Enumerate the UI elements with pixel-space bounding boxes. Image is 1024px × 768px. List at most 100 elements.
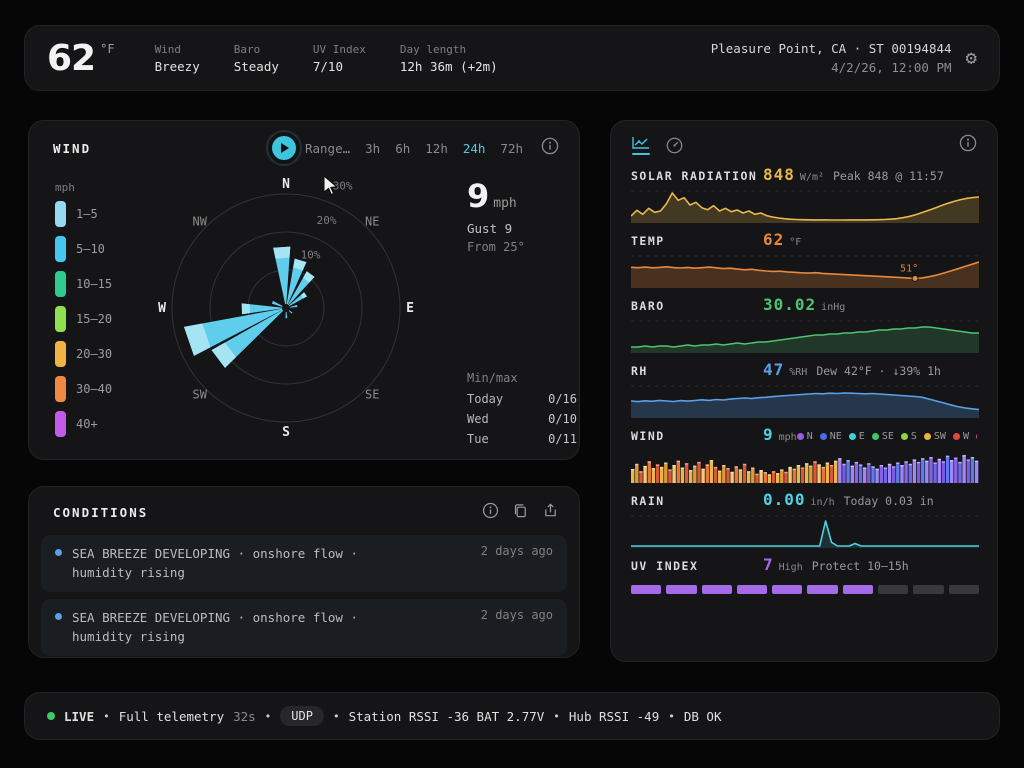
metric-label: TEMP xyxy=(631,234,763,248)
stat-baro: Baro Steady xyxy=(234,43,279,74)
condition-timestamp: 2 days ago xyxy=(481,608,553,647)
wind-panel: WIND Range… 3h 6h 12h 24h 72h mph 1–5 5–… xyxy=(28,120,580,460)
copy-icon[interactable] xyxy=(512,502,529,523)
uv-segment xyxy=(772,585,802,594)
compass-label: E xyxy=(406,301,414,316)
info-icon[interactable] xyxy=(541,137,559,159)
play-animation-button[interactable] xyxy=(266,130,302,166)
range-label: Range… xyxy=(305,141,350,156)
legend-item: 15–20 xyxy=(55,306,112,332)
uv-segment xyxy=(631,585,661,594)
legend-label: 10–15 xyxy=(76,277,112,291)
condition-item[interactable]: SEA BREEZE DEVELOPING · onshore flow · h… xyxy=(41,535,567,592)
condition-text: SEA BREEZE DEVELOPING · onshore flow · h… xyxy=(72,608,358,647)
ring-percent-label: 10% xyxy=(301,248,321,261)
telemetry-row-temp: TEMP 62 °F 51° xyxy=(631,230,977,288)
separator-dot: • xyxy=(553,710,560,723)
range-option-3h[interactable]: 3h xyxy=(365,141,380,156)
legend-item: 10–15 xyxy=(55,271,112,297)
legend-label: 40+ xyxy=(76,417,98,431)
current-temp: 62 xyxy=(47,38,95,79)
telemetry-row-wind: WIND 9 mph N NE E SE S SW W NW xyxy=(631,425,977,483)
dir-legend-item: S xyxy=(901,431,917,442)
play-icon xyxy=(272,136,296,160)
svg-text:51°: 51° xyxy=(900,264,918,275)
range-option-6h[interactable]: 6h xyxy=(395,141,410,156)
minmax-row: Wed0/10 xyxy=(467,412,577,426)
minmax-row: Tue0/11 xyxy=(467,432,577,446)
dir-dot xyxy=(797,433,804,440)
range-option-12h[interactable]: 12h xyxy=(425,141,448,156)
info-icon[interactable] xyxy=(482,502,499,523)
station-location: Pleasure Point, CA · ST 00194844 xyxy=(711,41,952,56)
legend-swatch xyxy=(55,236,66,262)
legend-swatch xyxy=(55,341,66,367)
condition-item[interactable]: SEA BREEZE DEVELOPING · onshore flow · h… xyxy=(41,599,567,656)
telemetry-row-uv: UV INDEX 7 High Protect 10–15h xyxy=(631,555,977,595)
wind-gust: Gust 9 xyxy=(467,221,577,236)
compass-label: W xyxy=(158,301,166,316)
ring-percent-label: 20% xyxy=(317,214,337,227)
rh-sparkline xyxy=(631,384,979,418)
range-option-24h[interactable]: 24h xyxy=(463,141,486,156)
compass-label: NW xyxy=(193,215,208,229)
telemetry-status: Full telemetry xyxy=(119,709,224,724)
legend-item: 20–30 xyxy=(55,341,112,367)
stat-label: Baro xyxy=(234,43,279,56)
metric-extra: Peak 848 @ 11:57 xyxy=(833,169,944,183)
metric-label: RH xyxy=(631,364,763,378)
conditions-panel: CONDITIONS SEA BREEZE DEVELOPING · onsho… xyxy=(28,486,580,658)
info-icon[interactable] xyxy=(959,134,977,156)
metric-extra: Dew 42°F · ↓39% 1h xyxy=(816,364,941,378)
stat-uv-index: UV Index 7/10 xyxy=(313,43,366,74)
legend-label: 30–40 xyxy=(76,382,112,396)
dir-legend-item: N xyxy=(797,431,813,442)
uv-segment xyxy=(949,585,979,594)
live-label: LIVE xyxy=(64,709,94,724)
metric-label: SOLAR RADIATION xyxy=(631,169,763,183)
legend-label: 20–30 xyxy=(76,347,112,361)
metric-label: WIND xyxy=(631,429,763,443)
metric-value: 62 xyxy=(763,230,784,249)
charts-tab-icon[interactable] xyxy=(631,135,651,155)
range-selector: Range… 3h 6h 12h 24h 72h xyxy=(305,141,523,156)
wind-direction-legend: N NE E SE S SW W NW xyxy=(797,431,977,442)
legend-label: 15–20 xyxy=(76,312,112,326)
stat-label: Day length xyxy=(400,43,498,56)
share-icon[interactable] xyxy=(542,502,559,523)
uv-segment xyxy=(702,585,732,594)
conditions-list: SEA BREEZE DEVELOPING · onshore flow · h… xyxy=(29,523,579,658)
conditions-title: CONDITIONS xyxy=(53,505,148,520)
metric-unit: High xyxy=(779,562,803,573)
metric-label: BARO xyxy=(631,299,763,313)
metric-value: 0.00 xyxy=(763,490,806,509)
uv-segment xyxy=(737,585,767,594)
telemetry-view-tabs xyxy=(631,135,684,155)
rain-sparkline xyxy=(631,514,979,548)
uv-segment xyxy=(807,585,837,594)
metric-unit: mph xyxy=(779,432,797,443)
stat-label: Wind xyxy=(155,43,200,56)
metric-extra: Today 0.03 in xyxy=(844,494,934,508)
protocol-badge: UDP xyxy=(280,706,324,726)
station-info: Pleasure Point, CA · ST 00194844 4/2/26,… xyxy=(711,41,952,75)
separator-dot: • xyxy=(265,710,272,723)
uv-index-bar xyxy=(631,583,979,595)
legend-label: 5–10 xyxy=(76,242,105,256)
settings-gear-icon[interactable]: ⚙ xyxy=(966,47,977,69)
separator-dot: • xyxy=(333,710,340,723)
compass-label: N xyxy=(282,177,290,192)
range-option-72h[interactable]: 72h xyxy=(500,141,523,156)
gauges-tab-icon[interactable] xyxy=(665,136,684,155)
metric-unit: W/m² xyxy=(800,172,824,183)
station-rssi: Station RSSI -36 BAT 2.77V xyxy=(349,709,545,724)
wind-speed-legend: mph 1–5 5–10 10–15 15–20 20–30 30–40 40+ xyxy=(55,181,112,446)
db-status: DB OK xyxy=(684,709,722,724)
stat-value: 12h 36m (+2m) xyxy=(400,59,498,74)
dir-legend-item: NE xyxy=(820,431,842,442)
telemetry-row-rain: RAIN 0.00 in/h Today 0.03 in xyxy=(631,490,977,548)
legend-title: mph xyxy=(55,181,112,194)
wind-minmax-table: Min/max Today0/16 Wed0/10 Tue0/11 xyxy=(467,371,577,452)
metric-unit: °F xyxy=(789,237,801,248)
uv-segment xyxy=(666,585,696,594)
